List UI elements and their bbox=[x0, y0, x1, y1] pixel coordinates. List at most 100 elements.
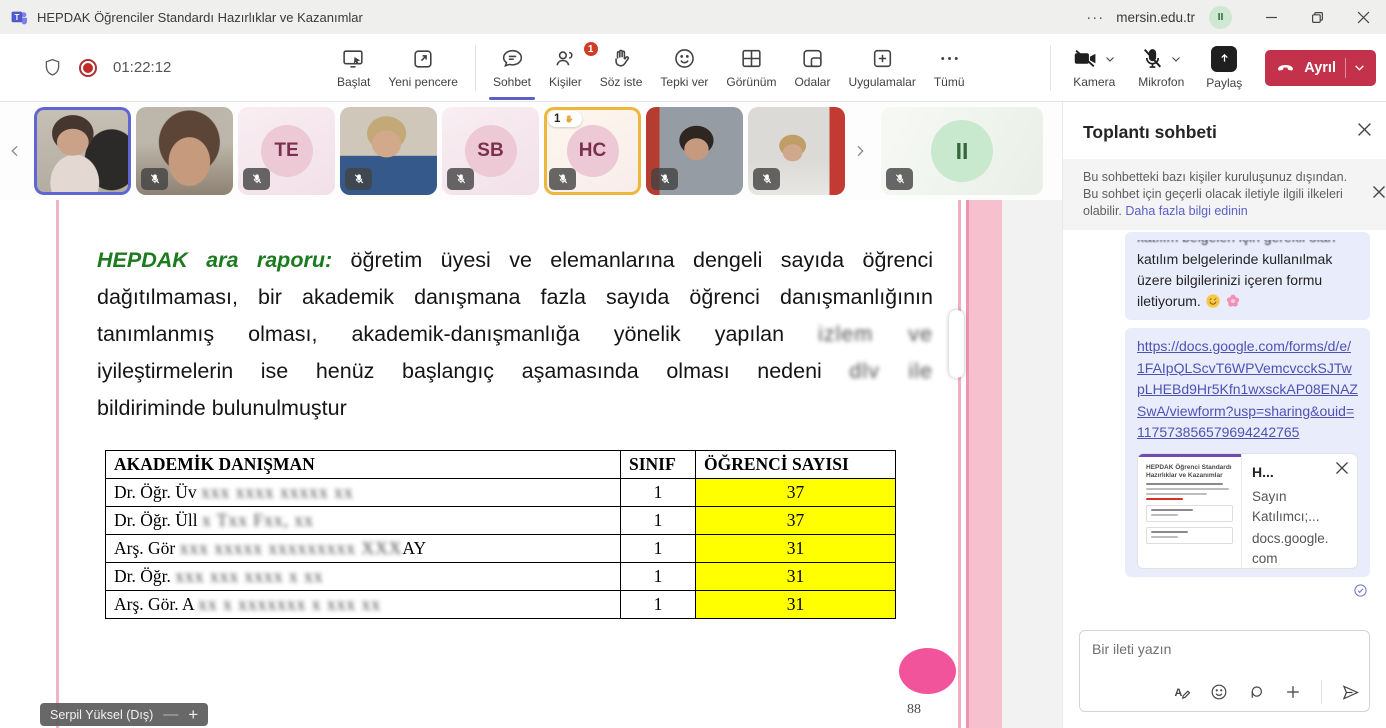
svg-text:A: A bbox=[1175, 687, 1183, 699]
smiley-icon bbox=[672, 46, 697, 71]
start-button[interactable]: Başlat bbox=[328, 46, 379, 89]
window-title: HEPDAK Öğrenciler Standardı Hazırlıklar … bbox=[37, 10, 363, 25]
redacted-name: xxx xxxx xxxxx xx bbox=[201, 482, 354, 502]
seen-check-icon bbox=[1353, 583, 1368, 598]
raised-hand-badge: 1 bbox=[548, 111, 582, 127]
redacted-text: dlv ile bbox=[849, 359, 933, 383]
teams-meeting-window: T HEPDAK Öğrenciler Standardı Hazırlıkla… bbox=[0, 0, 1386, 728]
mic-muted-icon bbox=[141, 168, 168, 190]
participant-tile-video[interactable] bbox=[748, 107, 845, 195]
raise-hand-button[interactable]: Söz iste bbox=[591, 46, 652, 89]
participant-tile-video[interactable] bbox=[646, 107, 743, 195]
scroll-right-icon[interactable] bbox=[845, 126, 875, 176]
table-header-row: AKADEMİK DANIŞMAN SINIF ÖĞRENCİ SAYISI bbox=[106, 451, 896, 479]
mic-muted-icon bbox=[549, 168, 576, 190]
mic-button[interactable]: Mikrofon bbox=[1129, 46, 1193, 89]
redacted-name: xxx xxx xxxx x xx bbox=[175, 566, 323, 586]
chat-header: Toplantı sohbeti bbox=[1063, 102, 1386, 159]
share-button[interactable]: Paylaş bbox=[1197, 46, 1251, 90]
restore-button[interactable] bbox=[1294, 0, 1340, 34]
link-preview-card[interactable]: HEPDAK Öğrenci Standardı Hazırlıklar ve … bbox=[1137, 453, 1358, 569]
camera-off-icon bbox=[1072, 46, 1099, 71]
hand-icon bbox=[563, 113, 575, 125]
leave-button[interactable]: Ayrıl bbox=[1265, 50, 1376, 86]
chat-message[interactable]: https://docs.google.com/forms/d/e/1FAIpQ… bbox=[1125, 328, 1370, 577]
domain-label: mersin.edu.tr bbox=[1116, 10, 1195, 25]
mic-muted-icon bbox=[447, 168, 474, 190]
scroll-left-icon[interactable] bbox=[0, 126, 30, 176]
minimize-button[interactable] bbox=[1248, 0, 1294, 34]
chat-panel: Toplantı sohbeti Bu sohbetteki bazı kişi… bbox=[1062, 102, 1386, 728]
slide-heading: HEPDAK ara raporu: bbox=[97, 248, 332, 272]
presenter-name: Serpil Yüksel (Dış) bbox=[50, 708, 153, 722]
form-field-preview bbox=[1146, 505, 1233, 522]
form-field-preview bbox=[1146, 527, 1233, 544]
participant-tile-initials[interactable]: SB bbox=[442, 107, 539, 195]
redacted-text: izlem ve bbox=[818, 322, 933, 346]
remove-preview-icon[interactable] bbox=[1335, 461, 1349, 475]
participant-tile-large[interactable]: II bbox=[881, 107, 1043, 195]
more-toolbar-button[interactable]: Tümü bbox=[925, 46, 974, 89]
participant-tile-initials[interactable]: TE bbox=[238, 107, 335, 195]
react-button[interactable]: Tepki ver bbox=[651, 46, 717, 89]
mic-muted-icon bbox=[243, 168, 270, 190]
apps-button[interactable]: Uygulamalar bbox=[839, 46, 924, 89]
loop-icon[interactable] bbox=[1246, 682, 1266, 702]
slide-left-border bbox=[56, 200, 59, 728]
laser-pointer-dot bbox=[899, 648, 956, 694]
rooms-button[interactable]: Odalar bbox=[785, 46, 839, 89]
zoom-out-icon[interactable]: — bbox=[163, 706, 178, 723]
emoji-picker-icon[interactable] bbox=[1209, 682, 1229, 702]
chat-button[interactable]: Sohbet bbox=[484, 46, 540, 89]
participant-tile-hand-raised[interactable]: 1 HC bbox=[544, 107, 641, 195]
grid-view-icon bbox=[739, 46, 764, 71]
close-chat-icon[interactable] bbox=[1357, 122, 1372, 137]
participant-tile-video[interactable] bbox=[136, 107, 233, 195]
table-row: Dr. Öğr. xxx xxx xxxx x xx 1 31 bbox=[106, 563, 896, 591]
meeting-toolbar: 01:22:12 Başlat Yeni pencere Sohbet 1 Ki… bbox=[0, 34, 1386, 102]
participant-tile-video[interactable] bbox=[340, 107, 437, 195]
mic-chevron-icon[interactable] bbox=[1170, 53, 1182, 65]
message-compose-box: A bbox=[1079, 630, 1370, 712]
close-window-button[interactable] bbox=[1340, 0, 1386, 34]
leave-chevron-icon[interactable] bbox=[1353, 61, 1366, 74]
camera-chevron-icon[interactable] bbox=[1104, 53, 1116, 65]
google-form-link[interactable]: https://docs.google.com/forms/d/e/1FAIpQ… bbox=[1137, 338, 1358, 440]
redacted-name: xxx xxxxx xxxxxxxxx XXX bbox=[180, 538, 403, 558]
raise-hand-icon bbox=[609, 46, 634, 71]
new-window-button[interactable]: Yeni pencere bbox=[379, 46, 467, 89]
mic-muted-icon bbox=[651, 168, 678, 190]
dismiss-notice-icon[interactable] bbox=[1372, 185, 1386, 199]
message-input[interactable] bbox=[1092, 641, 1357, 657]
browser-more-icon[interactable]: ··· bbox=[1078, 0, 1112, 34]
teams-logo-icon: T bbox=[10, 8, 29, 27]
zoom-in-icon[interactable]: + bbox=[188, 705, 198, 725]
presenter-pill[interactable]: Serpil Yüksel (Dış) — + bbox=[40, 703, 208, 726]
link-preview-description: Sayın Katılımcı;... bbox=[1252, 487, 1314, 527]
chat-title: Toplantı sohbeti bbox=[1083, 122, 1217, 142]
slide-scrollbar-handle[interactable] bbox=[949, 310, 964, 378]
chat-bubble-icon bbox=[500, 46, 525, 71]
table-row: Arş. Gör xxx xxxxx xxxxxxxxx XXXAY 1 31 bbox=[106, 535, 896, 563]
learn-more-link[interactable]: Daha fazla bilgi edinin bbox=[1125, 204, 1247, 218]
present-screen-icon bbox=[341, 46, 366, 71]
chat-message[interactable]: katılım belgeleri için gerekli olan katı… bbox=[1125, 232, 1370, 320]
mic-muted-icon bbox=[345, 168, 372, 190]
send-icon[interactable] bbox=[1340, 682, 1361, 703]
read-receipt bbox=[1125, 583, 1370, 598]
avatar: II bbox=[931, 120, 993, 182]
people-button[interactable]: 1 Kişiler bbox=[540, 46, 591, 89]
smiling-face-emoji bbox=[1205, 293, 1221, 309]
format-icon[interactable]: A bbox=[1172, 682, 1192, 702]
attach-plus-icon[interactable] bbox=[1283, 682, 1303, 702]
camera-button[interactable]: Kamera bbox=[1063, 46, 1125, 89]
view-button[interactable]: Görünüm bbox=[717, 46, 785, 89]
participant-tile-video-speaking[interactable] bbox=[34, 107, 131, 195]
table-row: Dr. Öğr. Üll x Txx Fxx, xx 1 37 bbox=[106, 507, 896, 535]
slide-paragraph: HEPDAK ara raporu: öğretim üyesi ve elem… bbox=[97, 242, 933, 427]
people-icon bbox=[553, 46, 578, 71]
chat-message-list[interactable]: katılım belgeleri için gerekli olan katı… bbox=[1063, 230, 1386, 598]
account-avatar[interactable]: II bbox=[1209, 6, 1232, 29]
redacted-name: xx x xxxxxxx x xxx xx bbox=[198, 594, 381, 614]
external-users-notice: Bu sohbetteki bazı kişiler kuruluşunuz d… bbox=[1063, 159, 1386, 230]
